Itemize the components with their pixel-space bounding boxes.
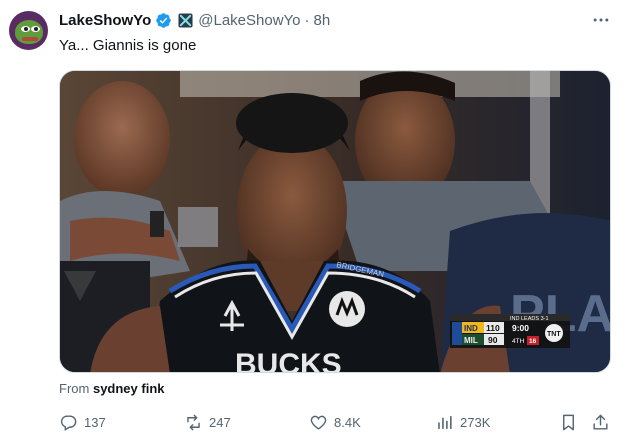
analytics-icon — [438, 415, 452, 429]
retweet-button[interactable]: 247 — [184, 410, 231, 434]
heart-icon — [310, 415, 327, 430]
share-icon — [593, 414, 608, 430]
avatar-pupil-right — [34, 27, 38, 31]
sponsor-logo-icon — [329, 291, 365, 327]
tweet-media-video[interactable]: PLAY BRIDGEMAN BUCKS — [59, 70, 611, 373]
avatar[interactable] — [9, 11, 48, 50]
bookmark-button[interactable] — [559, 410, 578, 434]
verified-badge-icon[interactable] — [155, 12, 172, 29]
scorebug-banner: IND LEADS 3-1 — [510, 316, 549, 322]
source-name[interactable]: sydney fink — [93, 381, 165, 396]
reply-icon — [60, 414, 77, 431]
tweet-header: LakeShowYo @LakeShowYo · 8h — [59, 10, 330, 30]
more-options-icon[interactable] — [588, 10, 614, 30]
like-count: 8.4K — [334, 414, 361, 430]
user-handle[interactable]: @LakeShowYo — [198, 12, 300, 29]
avatar-pupil-left — [24, 27, 28, 31]
game-clock: 9:00 — [512, 323, 529, 333]
tweet-text: Ya... Giannis is gone — [59, 37, 197, 54]
separator-dot: · — [304, 11, 310, 29]
jersey-text: BUCKS — [235, 348, 342, 373]
media-source: From sydney fink — [59, 381, 165, 396]
network-logo: TNT — [547, 331, 561, 338]
video-frame: PLAY BRIDGEMAN BUCKS — [60, 71, 610, 373]
action-bar: 137 247 8.4K 273K — [59, 410, 615, 434]
tweet-card[interactable]: LakeShowYo @LakeShowYo · 8h Ya... Gianni… — [0, 0, 627, 437]
display-name[interactable]: LakeShowYo — [59, 12, 151, 29]
game-quarter: 4TH — [512, 338, 525, 345]
like-button[interactable]: 8.4K — [309, 410, 361, 434]
views-button[interactable]: 273K — [435, 410, 490, 434]
retweet-icon — [187, 414, 200, 430]
timestamp[interactable]: 8h — [314, 12, 331, 29]
share-button[interactable] — [591, 410, 610, 434]
team1-score: 110 — [486, 323, 500, 333]
scorebug: IND LEADS 3-1 IND 110 MIL 90 9:00 4TH 16… — [450, 314, 570, 348]
team2-name: MIL — [464, 336, 478, 345]
source-prefix: From — [59, 381, 90, 396]
bookmark-icon — [563, 414, 574, 430]
shot-clock: 16 — [529, 338, 537, 345]
retweet-count: 247 — [209, 414, 231, 430]
team1-name: IND — [464, 324, 478, 333]
reply-button[interactable]: 137 — [59, 410, 106, 434]
avatar-mouth — [22, 37, 38, 41]
view-count: 273K — [460, 414, 491, 430]
reply-count: 137 — [84, 414, 106, 430]
team2-score: 90 — [488, 335, 498, 345]
affiliate-badge-icon[interactable] — [178, 12, 193, 28]
